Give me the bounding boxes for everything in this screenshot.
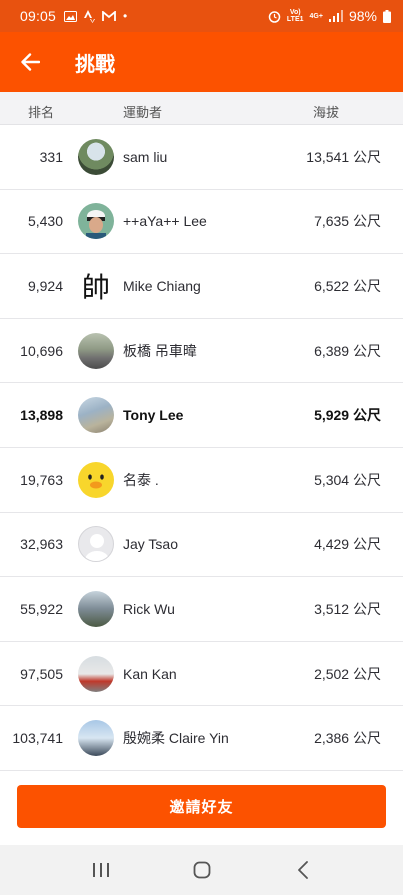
elevation-value: 2,386 公尺: [314, 730, 381, 747]
alarm-icon: [268, 10, 281, 23]
strava-icon: [84, 9, 96, 23]
back-button[interactable]: [0, 32, 60, 92]
avatar[interactable]: [78, 203, 114, 240]
avatar[interactable]: [78, 397, 114, 434]
athlete-name[interactable]: Rick Wu: [123, 601, 175, 617]
rank-value: 10,696: [20, 342, 63, 359]
athlete-name[interactable]: Kan Kan: [123, 666, 177, 682]
signal-icon: [328, 10, 343, 22]
rank-value: 331: [39, 148, 63, 165]
battery-percent: 98%: [348, 8, 377, 24]
avatar[interactable]: 帥: [78, 267, 114, 304]
elevation-value: 7,635 公尺: [314, 213, 381, 230]
avatar[interactable]: [78, 461, 114, 498]
recent-apps-button[interactable]: [81, 850, 121, 890]
column-header-elevation: 海拔: [313, 105, 340, 120]
home-icon: [193, 861, 210, 879]
status-time: 09:05: [20, 8, 57, 24]
volte-indicator: Vo) LTE1: [287, 9, 304, 23]
gallery-icon: [64, 10, 78, 22]
athlete-name[interactable]: sam liu: [123, 149, 167, 165]
invite-friends-button[interactable]: 邀請好友: [17, 785, 386, 828]
rank-value: 103,741: [12, 730, 63, 747]
rank-value: 13,898: [20, 407, 63, 424]
gmail-icon: [102, 10, 116, 21]
table-row[interactable]: 19,763 名泰 . 5,304 公尺: [0, 448, 403, 513]
avatar[interactable]: [78, 590, 114, 627]
table-row[interactable]: 32,963 Jay Tsao 4,429 公尺: [0, 513, 403, 578]
table-row[interactable]: 55,922 Rick Wu 3,512 公尺: [0, 577, 403, 642]
table-row[interactable]: 9,924 帥 Mike Chiang 6,522 公尺: [0, 254, 403, 319]
arrow-left-icon: [21, 53, 40, 71]
app-bar: 挑戰: [0, 32, 403, 92]
rank-value: 97,505: [20, 665, 63, 682]
athlete-name[interactable]: ++aYa++ Lee: [123, 213, 207, 229]
nav-back-button[interactable]: [283, 850, 323, 890]
dot-icon: •: [123, 9, 128, 23]
battery-icon: [383, 9, 391, 23]
rank-value: 5,430: [27, 213, 63, 230]
athlete-name[interactable]: 殷婉柔 Claire Yin: [123, 728, 229, 748]
avatar-duck-image: [88, 474, 104, 489]
default-avatar-icon: [85, 534, 109, 562]
avatar[interactable]: [78, 332, 114, 369]
avatar[interactable]: [78, 720, 114, 757]
table-row[interactable]: 97,505 Kan Kan 2,502 公尺: [0, 642, 403, 707]
table-row[interactable]: 10,696 板橋 吊車暐 6,389 公尺: [0, 319, 403, 384]
elevation-value: 4,429 公尺: [314, 536, 381, 553]
network-type: 4G+: [309, 12, 323, 20]
leaderboard-list: 331 sam liu 13,541 公尺 5,430 ++aYa++ Lee …: [0, 125, 403, 771]
rank-value: 19,763: [20, 471, 63, 488]
avatar[interactable]: [78, 655, 114, 692]
athlete-name[interactable]: Tony Lee: [123, 407, 183, 423]
volte-bottom: LTE1: [286, 16, 304, 23]
avatar-placeholder[interactable]: [78, 526, 114, 563]
rank-value: 55,922: [20, 600, 63, 617]
column-header-rank: 排名: [28, 105, 55, 120]
athlete-name[interactable]: Mike Chiang: [123, 278, 201, 294]
status-left: 09:05 •: [20, 8, 127, 24]
elevation-value: 3,512 公尺: [314, 600, 381, 617]
rank-value: 32,963: [20, 536, 63, 553]
elevation-value: 5,304 公尺: [314, 471, 381, 488]
athlete-name[interactable]: Jay Tsao: [123, 536, 178, 552]
rank-value: 9,924: [27, 277, 63, 294]
home-button[interactable]: [182, 850, 222, 890]
table-row[interactable]: 103,741 殷婉柔 Claire Yin 2,386 公尺: [0, 706, 403, 771]
recent-apps-icon: [92, 863, 109, 877]
table-row[interactable]: 5,430 ++aYa++ Lee 7,635 公尺: [0, 190, 403, 255]
notification-icons: •: [64, 9, 128, 23]
status-bar: 09:05 • Vo) LTE1 4G+ 98%: [0, 0, 403, 32]
elevation-value: 6,389 公尺: [314, 342, 381, 359]
elevation-value: 6,522 公尺: [314, 277, 381, 294]
athlete-name[interactable]: 板橋 吊車暐: [123, 341, 197, 361]
chevron-left-icon: [297, 861, 308, 879]
elevation-value: 13,541 公尺: [306, 148, 381, 165]
system-nav-bar: [0, 845, 403, 895]
table-header: 排名 運動者 海拔: [0, 92, 403, 125]
column-header-athlete: 運動者: [123, 105, 163, 120]
athlete-name[interactable]: 名泰 .: [123, 470, 159, 490]
avatar[interactable]: [78, 138, 114, 175]
volte-top: Vo): [289, 9, 301, 16]
table-row[interactable]: 331 sam liu 13,541 公尺: [0, 125, 403, 190]
table-row-current-user[interactable]: 13,898 Tony Lee 5,929 公尺: [0, 383, 403, 448]
avatar-helmet-image: [86, 210, 106, 240]
page-title: 挑戰: [75, 53, 115, 76]
elevation-value: 5,929 公尺: [314, 407, 381, 424]
status-right: Vo) LTE1 4G+ 98%: [268, 8, 391, 24]
elevation-value: 2,502 公尺: [314, 665, 381, 682]
